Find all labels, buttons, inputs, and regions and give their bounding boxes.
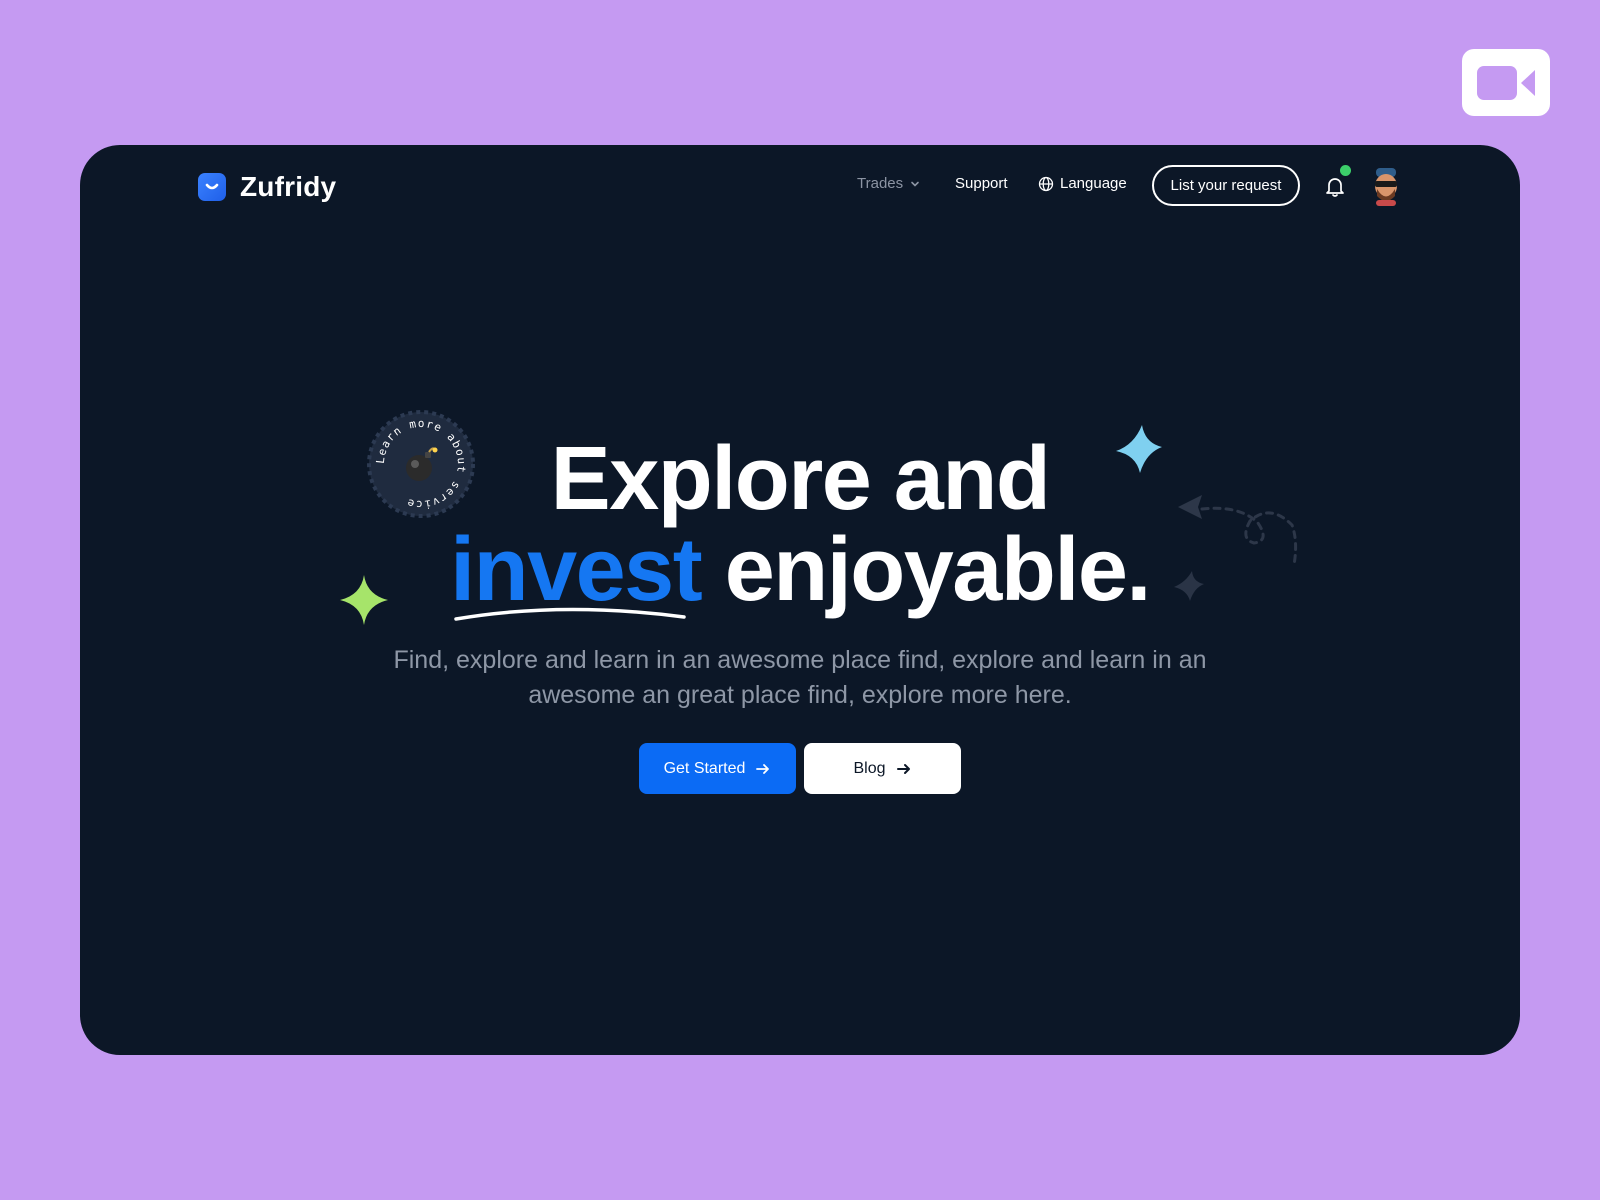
avatar[interactable]: [1368, 166, 1404, 206]
nav-language-label: Language: [1060, 175, 1127, 192]
hero-title-line2: invest enjoyable.: [80, 523, 1520, 617]
brand-name: Zufridy: [240, 171, 337, 202]
chevron-down-icon: [911, 181, 919, 187]
get-started-button[interactable]: Get Started: [639, 743, 796, 794]
nav-support-link[interactable]: Support: [955, 175, 1008, 192]
globe-icon: [1038, 176, 1054, 191]
brand-logo[interactable]: Zufridy: [198, 171, 336, 203]
get-started-label: Get Started: [663, 759, 746, 777]
blog-label: Blog: [853, 759, 886, 777]
hero-title-line1: Explore and: [550, 429, 1051, 529]
list-request-button[interactable]: List your request: [1152, 165, 1300, 206]
hero-title-rest: enjoyable.: [701, 520, 1152, 620]
nav-trades-dropdown[interactable]: Trades: [857, 175, 921, 192]
accent-underline: [454, 607, 686, 621]
hero-subtitle: Find, explore and learn in an awesome pl…: [393, 646, 1207, 709]
video-call-button[interactable]: [1462, 49, 1550, 116]
nav-trades-label: Trades: [857, 175, 904, 192]
nav-language-selector[interactable]: Language: [1038, 175, 1127, 192]
bell-icon[interactable]: [1322, 173, 1348, 199]
notification-dot: [1340, 165, 1351, 176]
blog-button[interactable]: Blog: [804, 743, 961, 794]
nav-support-label: Support: [955, 175, 1008, 192]
arrow-right-icon: [756, 763, 770, 774]
arrow-right-icon: [896, 763, 910, 774]
smile-logo-icon: [198, 173, 226, 201]
hero-card: Zufridy Trades Support Language List you…: [80, 145, 1520, 1055]
video-camera-icon: [1477, 65, 1535, 100]
top-navigation: Zufridy Trades Support Language List you…: [80, 145, 1520, 225]
